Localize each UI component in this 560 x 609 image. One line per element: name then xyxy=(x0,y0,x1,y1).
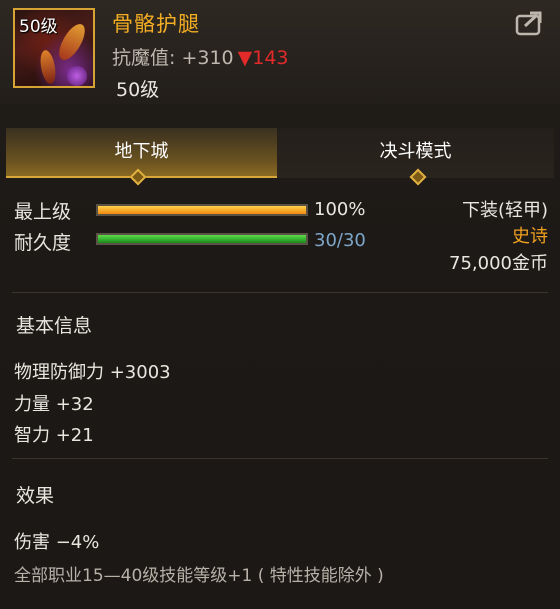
effects-title: 效果 xyxy=(16,485,55,507)
stat-label: 抗魔值: +310 xyxy=(112,47,234,69)
basic-info-title: 基本信息 xyxy=(16,315,93,337)
magic-resist-stat: 抗魔值: +310 ▼143 xyxy=(112,43,289,70)
durability-value: 30/30 xyxy=(314,230,366,251)
item-tooltip-panel: 50级 骨骼护腿 抗魔值: +310 ▼143 50级 地下城 决斗模式 最上级 … xyxy=(0,0,560,609)
item-slot: 下装(轻甲) xyxy=(461,200,548,221)
item-icon[interactable]: 50级 xyxy=(13,8,95,88)
durability-bar-fill xyxy=(98,235,306,243)
upgrade-bar-fill xyxy=(98,206,306,214)
mode-tabs: 地下城 决斗模式 xyxy=(6,128,554,178)
stat-change: ▼143 xyxy=(237,47,289,69)
item-price: 75,000金币 xyxy=(449,253,548,274)
attr-strength: 力量 +32 xyxy=(14,394,94,415)
required-level: 50级 xyxy=(116,79,160,101)
attr-intelligence: 智力 +21 xyxy=(14,425,94,446)
effect-skill-bonus: 全部职业15—40级技能等级+1 ( 特性技能除外 ) xyxy=(14,566,384,586)
attr-physical-defense: 物理防御力 +3003 xyxy=(14,362,171,383)
divider xyxy=(12,458,548,459)
durability-bar xyxy=(96,233,308,245)
upgrade-percent: 100% xyxy=(314,199,366,220)
effect-damage: 伤害 −4% xyxy=(14,532,100,553)
item-level-badge: 50级 xyxy=(19,17,58,37)
item-rarity: 史诗 xyxy=(512,226,548,247)
upgrade-bar xyxy=(96,204,308,216)
tab-dungeon[interactable]: 地下城 xyxy=(6,128,277,178)
durability-label: 耐久度 xyxy=(14,232,72,254)
divider xyxy=(12,292,548,293)
item-name: 骨骼护腿 xyxy=(112,12,200,36)
upgrade-label: 最上级 xyxy=(14,201,72,223)
share-icon[interactable] xyxy=(515,10,545,36)
item-header: 50级 骨骼护腿 抗魔值: +310 ▼143 50级 xyxy=(0,0,560,104)
